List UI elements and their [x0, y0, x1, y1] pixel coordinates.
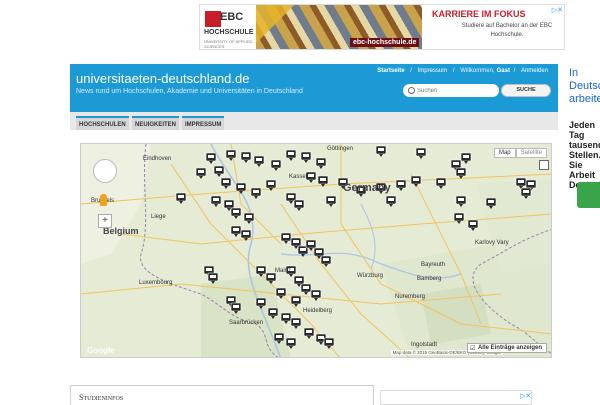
search-icon	[408, 87, 415, 94]
ebc-logo-mark	[205, 11, 221, 27]
map-city-karlovy-vary: Karlovy Vary	[475, 240, 509, 246]
search-box	[403, 84, 499, 97]
topnav-login[interactable]: Anmelden	[521, 68, 548, 74]
map-city-kassel: Kassel	[289, 174, 308, 180]
bottom-ad-close-icon[interactable]: ▷✕	[520, 392, 531, 400]
show-all-entries-label: Alle Einträge anzeigen	[477, 345, 542, 351]
ad-copy: Studiere auf Bachelor an der EBC Hochsch…	[461, 23, 553, 38]
university-map[interactable]: Germany Belgium Eindhoven Brussels Liege…	[80, 143, 552, 358]
ad-url[interactable]: ebc-hochschule.de	[350, 38, 420, 47]
map-city-liege: Liege	[151, 214, 166, 220]
map-city-luxembourg: Luxembourg	[139, 280, 173, 286]
show-all-entries-button[interactable]: ☑ Alle Einträge anzeigen	[466, 343, 547, 353]
map-city-eindhoven: Eindhoven	[143, 156, 172, 162]
fullscreen-icon[interactable]	[539, 160, 549, 170]
site-header: universitaeten-deutschland.de News rund …	[70, 64, 558, 112]
search-input[interactable]	[417, 85, 495, 96]
map-city-bamberg: Bamberg	[417, 276, 442, 282]
map-city-nuremberg: Nuremberg	[395, 294, 426, 300]
side-ad-button[interactable]	[577, 182, 600, 208]
site-title[interactable]: universitaeten-deutschland.de	[76, 71, 249, 86]
studieninfos-box: Studieninfos	[70, 385, 374, 405]
map-type-satellite-button[interactable]: Satellite	[515, 148, 547, 158]
ad-copy-panel: KARRIERE IM FOKUS Studiere auf Bachelor …	[422, 5, 564, 49]
map-city-bayreuth: Bayreuth	[421, 262, 446, 268]
map-city-wurzburg: Würzburg	[357, 273, 384, 279]
side-ad-heading[interactable]: In Deutschland arbeiten	[569, 67, 600, 106]
map-city-heidelberg: Heidelberg	[303, 308, 333, 314]
checkbox-icon: ☑	[469, 346, 476, 352]
site-tagline: News rund um Hochschulen, Akademie und U…	[76, 88, 303, 95]
map-city-ingolstadt: Ingolstadt	[411, 342, 438, 348]
map-type-control: Map Satellite	[493, 148, 547, 158]
ad-close-icon[interactable]: ▷✕	[552, 6, 563, 14]
ebc-logo: EBC HOCHSCHULE UNIVERSITY OF APPLIED SCI…	[200, 5, 256, 49]
main-nav: HOCHSCHULEN NEUIGKEITEN IMPRESSUM	[70, 112, 558, 130]
ebc-logo-sub: HOCHSCHULE	[204, 29, 254, 36]
top-ad-banner[interactable]: EBC HOCHSCHULE UNIVERSITY OF APPLIED SCI…	[199, 4, 565, 50]
tab-hochschulen[interactable]: HOCHSCHULEN	[76, 116, 129, 130]
tab-neuigkeiten[interactable]: NEUIGKEITEN	[132, 116, 180, 130]
map-city-mainz: Mainz	[275, 268, 292, 274]
topnav-startseite[interactable]: Startseite	[377, 68, 404, 74]
google-logo: Google	[87, 346, 115, 355]
topnav-impressum[interactable]: Impressum	[418, 68, 448, 74]
map-city-saarbrucken: Saarbrücken	[229, 320, 264, 326]
map-canvas[interactable]	[81, 144, 552, 358]
tab-impressum[interactable]: IMPRESSUM	[182, 116, 225, 130]
pan-control[interactable]	[93, 159, 117, 183]
ad-headline: KARRIERE IM FOKUS	[432, 9, 526, 19]
ebc-logo-text: EBC	[220, 11, 244, 23]
bottom-ad[interactable]	[380, 390, 532, 405]
map-city-gottingen: Göttingen	[327, 146, 354, 152]
pegman-icon[interactable]	[100, 194, 107, 206]
topnav-welcome: Willkommen,	[460, 68, 495, 74]
ebc-logo-fine: UNIVERSITY OF APPLIED SCIENCES	[204, 39, 253, 49]
zoom-in-button[interactable]: +	[98, 214, 112, 228]
map-type-map-button[interactable]: Map	[493, 148, 516, 158]
map-label-germany: Germany	[343, 182, 391, 194]
topnav-sep-2: /	[452, 68, 455, 74]
topnav-sep-3: /	[513, 68, 516, 74]
topnav-user: Gast	[496, 68, 510, 74]
top-nav: Startseite / Impressum / Willkommen, Gast…	[375, 68, 550, 74]
side-ad-body: Jeden Tag tausende Stellen. Sie Arbeit D…	[569, 120, 600, 190]
topnav-sep-1: /	[410, 68, 412, 74]
studieninfos-title: Studieninfos	[79, 393, 124, 402]
search-button[interactable]: SUCHE	[501, 84, 551, 97]
